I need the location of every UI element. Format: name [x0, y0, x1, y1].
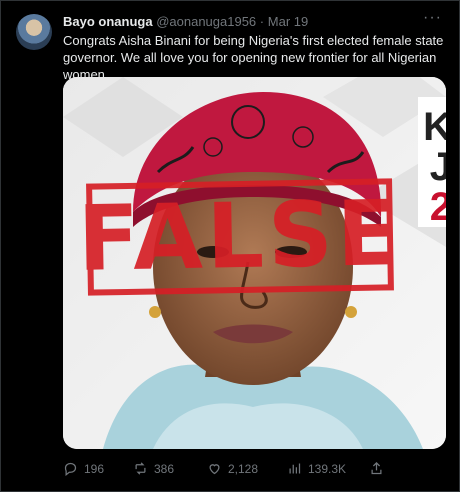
tweet-actions: 196 386 2,128 139.3K: [63, 461, 393, 481]
tweet-text: Congrats Aisha Binani for being Nigeria'…: [63, 33, 444, 82]
false-stamp-text: FALSE: [76, 181, 404, 292]
views-chart-icon: [289, 463, 301, 474]
retweet-button[interactable]: 386: [133, 461, 174, 476]
false-stamp: FALSE: [77, 178, 403, 296]
heart-icon: [209, 464, 220, 475]
tweet-card: Bayo onanuga @aonanuga1956 · Mar 19 ··· …: [0, 0, 460, 492]
share-button[interactable]: [369, 461, 384, 476]
author-name[interactable]: Bayo onanuga: [63, 14, 153, 29]
reply-button[interactable]: 196: [63, 461, 104, 476]
tweet-media-image[interactable]: K J 2 FALSE: [63, 77, 446, 449]
background-digit-2: 2: [429, 185, 446, 229]
like-count: 2,128: [228, 461, 259, 476]
background-letter-k: K: [423, 105, 446, 149]
views-button[interactable]: 139.3K: [287, 461, 346, 476]
share-icon: [371, 461, 382, 475]
tweet-header: Bayo onanuga @aonanuga1956 · Mar 19: [63, 14, 419, 30]
author-handle[interactable]: @aonanuga1956: [156, 14, 256, 29]
more-options-icon[interactable]: ···: [423, 9, 442, 27]
header-separator: ·: [259, 14, 265, 29]
retweet-icon: [135, 462, 146, 475]
view-count: 139.3K: [308, 461, 347, 476]
reply-icon: [64, 462, 77, 476]
reply-count: 196: [84, 461, 105, 476]
tweet-date[interactable]: Mar 19: [268, 14, 308, 29]
background-letter-j: J: [429, 145, 446, 189]
avatar[interactable]: [16, 14, 52, 50]
retweet-count: 386: [154, 461, 175, 476]
like-button[interactable]: 2,128: [207, 461, 258, 476]
